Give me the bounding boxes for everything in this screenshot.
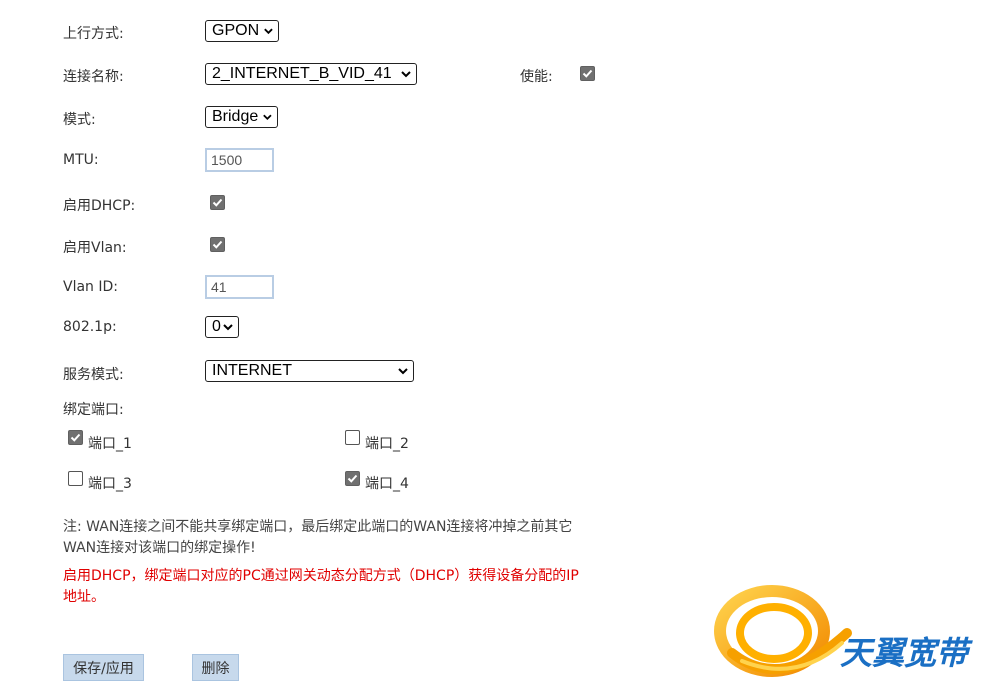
port-4-checkbox[interactable]: [345, 471, 360, 486]
mtu-input-value: 1500: [211, 152, 243, 168]
chevron-down-icon: [264, 28, 273, 35]
mtu-input[interactable]: 1500: [205, 148, 274, 172]
warning-line-1: 启用DHCP，绑定端口对应的PC通过网关动态分配方式（DHCP）获得设备分配的I…: [63, 568, 579, 584]
port-4-label: 端口_4: [365, 476, 409, 492]
vlan-id-label: Vlan ID:: [63, 279, 118, 295]
delete-button[interactable]: 删除: [192, 654, 239, 681]
vlan-checkbox[interactable]: [210, 237, 225, 252]
conn-name-select[interactable]: 2_INTERNET_B_VID_41: [205, 63, 417, 85]
port-2-label: 端口_2: [365, 436, 409, 452]
conn-name-select-value: 2_INTERNET_B_VID_41: [212, 65, 392, 82]
mode-select-value: Bridge: [212, 108, 259, 125]
brand-logo: 天翼宽带: [712, 583, 995, 683]
checkmark-icon: [70, 433, 81, 442]
brand-logo-text: 天翼宽带: [840, 634, 969, 672]
checkmark-icon: [347, 474, 358, 483]
dhcp-label: 启用DHCP:: [63, 198, 136, 214]
checkmark-icon: [582, 69, 593, 78]
uplink-label: 上行方式:: [63, 26, 124, 42]
note-line-2: WAN连接对该端口的绑定操作!: [63, 540, 256, 556]
bind-ports-label: 绑定端口:: [63, 402, 124, 418]
note-text: 注: WAN连接之间不能共享绑定端口，最后绑定此端口的WAN连接将冲掉之前其它 …: [63, 517, 623, 559]
port-3-checkbox[interactable]: [68, 471, 83, 486]
warning-line-2: 地址。: [63, 589, 105, 605]
service-select-value: INTERNET: [212, 362, 292, 379]
mode-label: 模式:: [63, 112, 96, 128]
vlan-label: 启用Vlan:: [63, 240, 127, 256]
vlan-id-input-value: 41: [211, 279, 227, 295]
uplink-select-value: GPON: [212, 22, 260, 39]
save-apply-button[interactable]: 保存/应用: [63, 654, 144, 681]
dot1p-label: 802.1p:: [63, 319, 117, 335]
dot1p-select[interactable]: 0: [205, 316, 239, 338]
warning-text: 启用DHCP，绑定端口对应的PC通过网关动态分配方式（DHCP）获得设备分配的I…: [63, 566, 623, 608]
port-2-checkbox[interactable]: [345, 430, 360, 445]
mode-select[interactable]: Bridge: [205, 106, 278, 128]
port-1-checkbox[interactable]: [68, 430, 83, 445]
chevron-down-icon: [263, 114, 272, 121]
service-label: 服务模式:: [63, 367, 124, 383]
enable-label: 使能:: [520, 69, 553, 85]
vlan-id-input[interactable]: 41: [205, 275, 274, 299]
uplink-select[interactable]: GPON: [205, 20, 279, 42]
dhcp-checkbox[interactable]: [210, 195, 225, 210]
chevron-down-icon: [401, 71, 411, 78]
port-1-label: 端口_1: [88, 436, 132, 452]
service-select[interactable]: INTERNET: [205, 360, 414, 382]
chevron-down-icon: [223, 324, 233, 331]
mtu-label: MTU:: [63, 152, 99, 168]
note-line-1: 注: WAN连接之间不能共享绑定端口，最后绑定此端口的WAN连接将冲掉之前其它: [63, 519, 573, 535]
dot1p-select-value: 0: [212, 318, 221, 335]
enable-checkbox[interactable]: [580, 66, 595, 81]
checkmark-icon: [212, 240, 223, 249]
chevron-down-icon: [398, 368, 408, 375]
port-3-label: 端口_3: [88, 476, 132, 492]
checkmark-icon: [212, 198, 223, 207]
conn-name-label: 连接名称:: [63, 69, 124, 85]
